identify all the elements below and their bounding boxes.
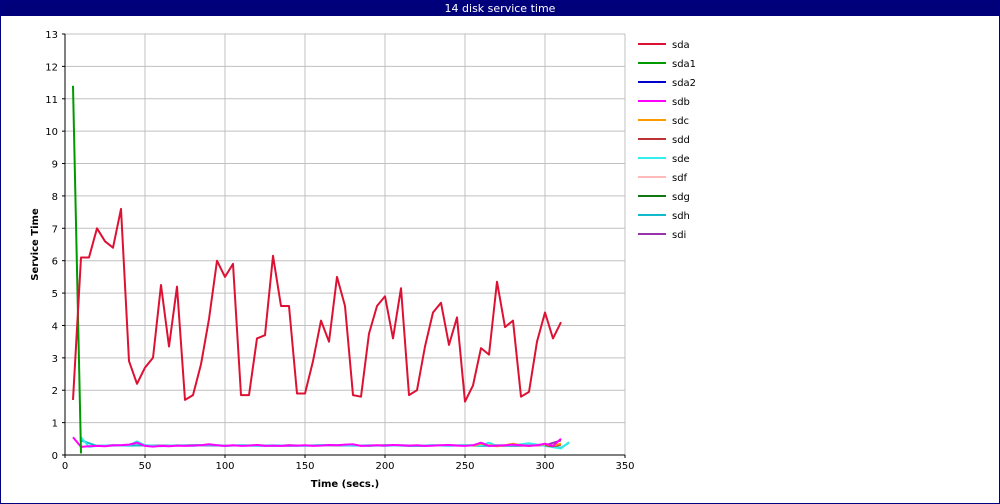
x-tick-label: 100 <box>215 461 234 472</box>
legend-label-sdd: sdd <box>672 135 690 146</box>
legend-label-sdg: sdg <box>672 192 690 203</box>
legend-label-sdf: sdf <box>672 173 688 184</box>
y-tick-label: 6 <box>52 257 58 268</box>
y-tick-label: 4 <box>52 321 58 332</box>
legend-label-sda: sda <box>672 40 690 51</box>
y-tick-label: 8 <box>52 192 58 203</box>
x-tick-label: 300 <box>535 461 554 472</box>
y-tick-label: 0 <box>52 451 58 462</box>
chart-canvas: 0 50 100 150 200 250 300 350012345678910111213T… <box>30 30 696 490</box>
legend-label-sde: sde <box>672 154 690 165</box>
x-tick-label: 50 <box>139 461 152 472</box>
legend-label-sdc: sdc <box>672 116 689 127</box>
plot-area <box>65 34 625 455</box>
legend-label-sdb: sdb <box>672 97 690 108</box>
y-tick-label: 3 <box>52 354 58 365</box>
y-tick-label: 10 <box>45 127 58 138</box>
x-tick-label: 0 <box>62 461 68 472</box>
x-tick-label: 350 <box>615 461 634 472</box>
y-tick-label: 5 <box>52 289 58 300</box>
y-tick-label: 13 <box>45 30 58 41</box>
x-tick-label: 250 <box>455 461 474 472</box>
y-tick-label: 11 <box>45 95 58 106</box>
y-tick-label: 9 <box>52 160 58 171</box>
x-tick-label: 150 <box>295 461 314 472</box>
y-tick-label: 1 <box>52 419 58 430</box>
y-tick-label: 7 <box>52 224 58 235</box>
x-tick-label: 200 <box>375 461 394 472</box>
x-axis-title: Time (secs.) <box>311 479 380 490</box>
y-axis-title: Service Time <box>30 208 41 281</box>
legend-label-sdi: sdi <box>672 230 686 241</box>
legend-label-sda2: sda2 <box>672 78 696 89</box>
y-tick-label: 2 <box>52 386 58 397</box>
legend-label-sda1: sda1 <box>672 59 696 70</box>
y-tick-label: 12 <box>45 62 58 73</box>
legend-label-sdh: sdh <box>672 211 690 222</box>
